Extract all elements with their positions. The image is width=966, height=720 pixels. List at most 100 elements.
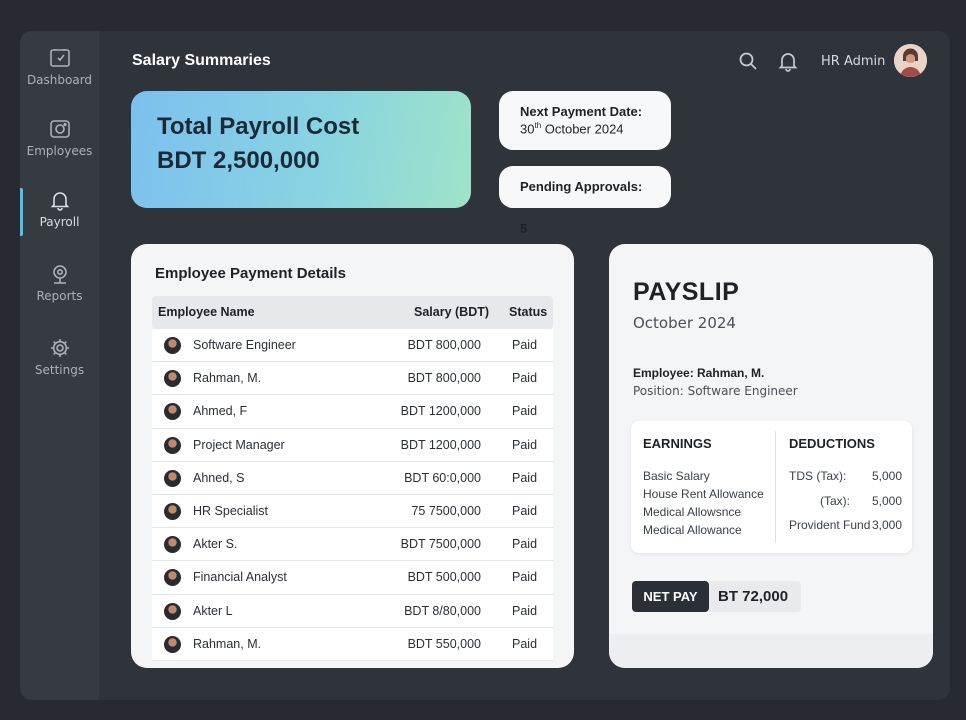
- employee-salary: 75 7500,000: [411, 503, 481, 518]
- user-name[interactable]: HR Admin: [821, 54, 885, 69]
- earnings-deductions-box: EARNINGS Basic Salary House Rent Allowan…: [631, 421, 912, 553]
- earning-item: House Rent Allowance: [643, 487, 764, 501]
- table-row[interactable]: Rahman, M. BDT 800,000 Paid: [152, 362, 553, 396]
- net-pay-label: NET PAY: [632, 581, 709, 612]
- deductions-title: DEDUCTIONS: [789, 436, 875, 451]
- status-badge: Paid: [512, 537, 538, 552]
- employee-avatar-icon: [164, 337, 181, 354]
- table-row[interactable]: Ahned, S BDT 60:0,000 Paid: [152, 461, 553, 495]
- sidebar-item-settings[interactable]: Settings: [20, 337, 99, 397]
- table-row[interactable]: Project Manager BDT 1200,000 Paid: [152, 428, 553, 462]
- column-header-status[interactable]: Status: [509, 305, 547, 319]
- earning-item: Basic Salary: [643, 469, 710, 483]
- employee-salary: BDT 550,000: [407, 636, 481, 651]
- sidebar-item-label: Employees: [26, 144, 93, 158]
- bell-icon: [50, 192, 69, 211]
- dashboard-icon: [49, 49, 70, 67]
- gear-icon: [50, 339, 69, 357]
- notification-bell-icon[interactable]: [777, 50, 799, 72]
- status-badge: Paid: [512, 603, 538, 618]
- employee-name: Rahman, M.: [193, 636, 262, 651]
- sidebar: Dashboard Employees Payroll Reports Sett…: [20, 31, 99, 700]
- employee-table: Employee Name Salary (BDT) Status Softwa…: [152, 296, 553, 661]
- payslip-month: October 2024: [633, 314, 736, 332]
- earning-item: Medical Allowsnce: [643, 505, 742, 519]
- employee-salary: BDT 60:0,000: [404, 470, 481, 485]
- sidebar-item-label: Settings: [34, 363, 85, 377]
- employee-salary: BDT 500,000: [407, 570, 481, 585]
- status-badge: Paid: [512, 404, 538, 419]
- payslip-card: PAYSLIP October 2024 Employee: Rahman, M…: [609, 244, 933, 668]
- search-icon[interactable]: [737, 50, 759, 72]
- table-header: Employee Name Salary (BDT) Status: [152, 296, 553, 329]
- employee-avatar-icon: [164, 436, 181, 454]
- payslip-title: PAYSLIP: [633, 278, 740, 306]
- employee-avatar-icon: [164, 635, 181, 653]
- employee-name: Ahmed, F: [193, 404, 248, 419]
- date-month-year: October 2024: [541, 121, 624, 137]
- next-payment-date: 30th October 2024: [520, 121, 650, 136]
- employee-name: Software Engineer: [193, 338, 296, 352]
- pending-approvals-button[interactable]: Pending Approvals: 5: [499, 166, 671, 236]
- employee-avatar-icon: [164, 370, 181, 388]
- deduction-value: 5,000: [871, 494, 902, 508]
- employee-name: HR Specialist: [193, 503, 269, 518]
- employee-salary: BDT 800,000: [407, 371, 481, 386]
- employee-avatar-icon: [164, 602, 181, 620]
- divider: [775, 431, 776, 543]
- camera-icon: [49, 120, 70, 138]
- status-badge: Paid: [512, 437, 538, 452]
- employee-name: Financial Analyst: [193, 570, 287, 585]
- sidebar-item-label: Reports: [36, 289, 83, 303]
- status-badge: Paid: [512, 636, 538, 651]
- table-row[interactable]: HR Specialist 75 7500,000 Paid: [152, 494, 553, 529]
- employee-avatar-icon: [164, 403, 181, 421]
- employee-avatar-icon: [164, 569, 181, 587]
- employee-salary: BDT 7500,000: [400, 537, 481, 552]
- sidebar-item-label: Dashboard: [26, 73, 93, 87]
- status-badge: Paid: [512, 570, 538, 585]
- sidebar-item-reports[interactable]: Reports: [20, 263, 99, 323]
- employee-salary: BDT 800,000: [407, 338, 481, 352]
- earnings-title: EARNINGS: [643, 436, 712, 451]
- kpi-label: Total Payroll Cost: [157, 113, 360, 140]
- employee-name: Rahman, M.: [193, 371, 262, 386]
- column-header-name[interactable]: Employee Name: [158, 305, 255, 319]
- payslip-employee: Employee: Rahman, M.: [633, 366, 765, 380]
- sidebar-item-payroll[interactable]: Payroll: [20, 189, 99, 249]
- date-day: 30: [520, 121, 535, 137]
- sidebar-item-employees[interactable]: Employees: [20, 118, 99, 178]
- employee-name: Akter L: [193, 603, 233, 618]
- employee-salary: BDT 1200,000: [400, 437, 481, 452]
- deduction-value: 3,000: [871, 518, 902, 532]
- sidebar-item-dashboard[interactable]: Dashboard: [20, 47, 99, 107]
- table-row[interactable]: Akter L BDT 8/80,000 Paid: [152, 594, 553, 628]
- webcam-icon: [52, 265, 67, 284]
- deduction-label: TDS (Tax):: [789, 469, 847, 483]
- table-row[interactable]: Ahmed, F BDT 1200,000 Paid: [152, 395, 553, 429]
- employee-salary: BDT 1200,000: [400, 404, 481, 419]
- payslip-position: Position: Software Engineer: [633, 384, 798, 398]
- status-badge: Paid: [512, 503, 538, 518]
- page-title: Salary Summaries: [132, 52, 271, 69]
- table-row[interactable]: Financial Analyst BDT 500,000 Paid: [152, 561, 553, 595]
- net-pay-value: BT 72,000: [709, 581, 801, 612]
- avatar[interactable]: [894, 44, 927, 77]
- user-avatar-icon: [894, 44, 927, 77]
- kpi-value: BDT 2,500,000: [157, 147, 320, 174]
- sidebar-item-label: Payroll: [39, 215, 80, 229]
- employee-payment-card: Employee Payment Details Employee Name S…: [131, 244, 574, 668]
- column-header-salary[interactable]: Salary (BDT): [414, 305, 489, 319]
- deduction-label: Provident Fund: [789, 518, 871, 532]
- table-row[interactable]: Rahman, M. BDT 550,000 Paid: [152, 627, 553, 661]
- employee-salary: BDT 8/80,000: [404, 603, 481, 618]
- deduction-value: 5,000: [871, 469, 902, 483]
- table-row[interactable]: Akter S. BDT 7500,000 Paid: [152, 528, 553, 562]
- table-row[interactable]: Software Engineer BDT 800,000 Paid: [152, 329, 553, 363]
- employee-avatar-icon: [164, 502, 181, 520]
- next-payment-label: Next Payment Date:: [520, 104, 643, 119]
- status-badge: Paid: [512, 470, 538, 485]
- section-title: Employee Payment Details: [155, 265, 346, 282]
- employee-avatar-icon: [164, 536, 181, 554]
- total-payroll-card: Total Payroll Cost BDT 2,500,000: [131, 91, 471, 208]
